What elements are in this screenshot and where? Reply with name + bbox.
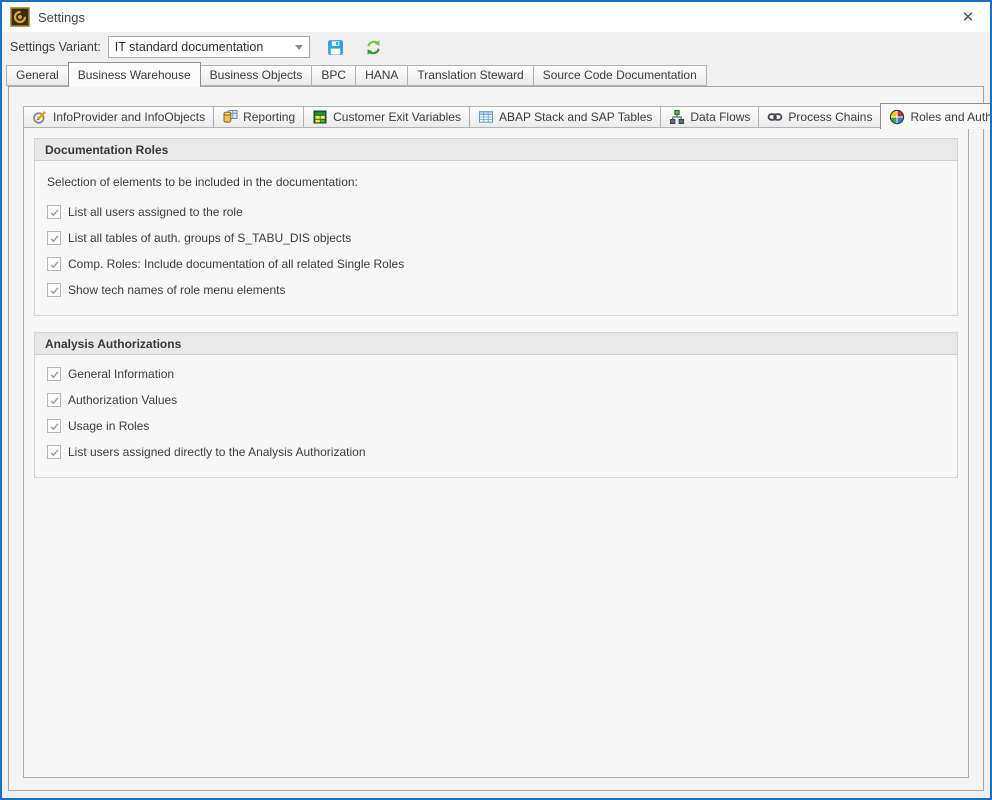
tab-general[interactable]: General [6, 65, 69, 86]
save-floppy-icon [327, 39, 344, 56]
color-wheel-icon [889, 109, 905, 125]
checkbox-box[interactable] [47, 393, 61, 407]
tab-business-warehouse[interactable]: Business Warehouse [68, 62, 201, 87]
tab-label: Source Code Documentation [543, 68, 697, 82]
checkbox-box[interactable] [47, 445, 61, 459]
checkbox-box[interactable] [47, 205, 61, 219]
subtab-customer-exit-variables[interactable]: Customer Exit Variables [303, 106, 470, 128]
checkbox-general-information[interactable]: General Information [47, 367, 945, 381]
tab-label: Business Objects [210, 68, 303, 82]
checkbox-box[interactable] [47, 367, 61, 381]
variables-table-icon [312, 109, 328, 125]
subtab-reporting[interactable]: Reporting [213, 106, 304, 128]
subtab-label: Roles and Authorizations [910, 110, 992, 124]
business-warehouse-page: InfoProvider and InfoObjects Reporting Cus… [8, 86, 984, 791]
section-intro: Selection of elements to be included in … [47, 175, 945, 189]
close-button[interactable]: ✕ [946, 2, 990, 32]
checkbox-label: General Information [68, 367, 174, 381]
section-title: Analysis Authorizations [35, 333, 957, 355]
subtab-infoprovider-and-infoobjects[interactable]: InfoProvider and InfoObjects [23, 106, 214, 128]
tab-business-objects[interactable]: Business Objects [200, 65, 313, 86]
tab-translation-steward[interactable]: Translation Steward [407, 65, 533, 86]
settings-window: Settings ✕ Settings Variant: IT standard… [0, 0, 992, 800]
subtab-label: Data Flows [690, 110, 750, 124]
chain-links-icon [767, 109, 783, 125]
checkbox-box[interactable] [47, 283, 61, 297]
roles-and-authorizations-page: Documentation Roles Selection of elements… [23, 127, 969, 778]
tab-label: Business Warehouse [78, 68, 191, 82]
sub-tabstrip: InfoProvider and InfoObjects Reporting Cus… [23, 102, 969, 128]
section-body: General Information Authorization Values U… [35, 355, 957, 477]
tab-source-code-documentation[interactable]: Source Code Documentation [533, 65, 707, 86]
database-cylinder-icon [222, 109, 238, 125]
target-pencil-icon [32, 109, 48, 125]
subtab-label: Process Chains [788, 110, 872, 124]
subtab-label: Customer Exit Variables [333, 110, 461, 124]
subtab-label: InfoProvider and InfoObjects [53, 110, 205, 124]
subtab-data-flows[interactable]: Data Flows [660, 106, 759, 128]
tab-bpc[interactable]: BPC [311, 65, 356, 86]
checkbox-authorization-values[interactable]: Authorization Values [47, 393, 945, 407]
subtab-abap-stack-and-sap-tables[interactable]: ABAP Stack and SAP Tables [469, 106, 661, 128]
tab-label: BPC [321, 68, 346, 82]
subtab-process-chains[interactable]: Process Chains [758, 106, 881, 128]
settings-variant-label: Settings Variant: [10, 40, 101, 54]
checkbox-show-tech-names-of-role-menu-elements[interactable]: Show tech names of role menu elements [47, 283, 945, 297]
section-analysis-authorizations: Analysis AuthorizationsGeneral Informati… [34, 332, 958, 478]
checkbox-box[interactable] [47, 419, 61, 433]
checkbox-label: List all users assigned to the role [68, 205, 243, 219]
checkbox-label: Authorization Values [68, 393, 177, 407]
checkbox-list-users-assigned-directly-to-the-analysis-authorization[interactable]: List users assigned directly to the Anal… [47, 445, 945, 459]
main-tabstrip: General Business Warehouse Business Object… [2, 62, 990, 86]
checkbox-list-all-tables-of-auth-groups-of-s-tabu-dis-objects[interactable]: List all tables of auth. groups of S_TAB… [47, 231, 945, 245]
checkbox-comp-roles-include-documentation-of-all-related-single-roles[interactable]: Comp. Roles: Include documentation of al… [47, 257, 945, 271]
tab-hana[interactable]: HANA [355, 65, 408, 86]
checkbox-list-all-users-assigned-to-the-role[interactable]: List all users assigned to the role [47, 205, 945, 219]
app-logo-icon [10, 7, 30, 27]
refresh-button[interactable] [362, 35, 386, 59]
settings-variant-select[interactable]: IT standard documentation [108, 36, 310, 58]
refresh-arrows-icon [365, 39, 382, 56]
section-documentation-roles: Documentation Roles Selection of elements… [34, 138, 958, 316]
checkbox-label: Show tech names of role menu elements [68, 283, 285, 297]
hierarchy-icon [669, 109, 685, 125]
subtab-roles-and-authorizations[interactable]: Roles and Authorizations [880, 103, 992, 129]
titlebar: Settings ✕ [2, 2, 990, 32]
checkbox-label: List users assigned directly to the Anal… [68, 445, 366, 459]
checkbox-label: Comp. Roles: Include documentation of al… [68, 257, 404, 271]
section-body: Selection of elements to be included in … [35, 161, 957, 315]
settings-variant-value: IT standard documentation [115, 40, 263, 54]
window-title: Settings [38, 10, 946, 25]
tab-label: HANA [365, 68, 398, 82]
save-variant-button[interactable] [324, 35, 348, 59]
checkbox-box[interactable] [47, 231, 61, 245]
checkbox-box[interactable] [47, 257, 61, 271]
tab-label: General [16, 68, 59, 82]
checkbox-label: List all tables of auth. groups of S_TAB… [68, 231, 351, 245]
subtab-label: Reporting [243, 110, 295, 124]
checkbox-label: Usage in Roles [68, 419, 149, 433]
section-title: Documentation Roles [35, 139, 957, 161]
tab-label: Translation Steward [417, 68, 523, 82]
toolbar: Settings Variant: IT standard documentat… [2, 32, 990, 62]
checkbox-usage-in-roles[interactable]: Usage in Roles [47, 419, 945, 433]
chevron-down-icon [295, 45, 303, 50]
subtab-label: ABAP Stack and SAP Tables [499, 110, 652, 124]
table-grid-icon [478, 109, 494, 125]
